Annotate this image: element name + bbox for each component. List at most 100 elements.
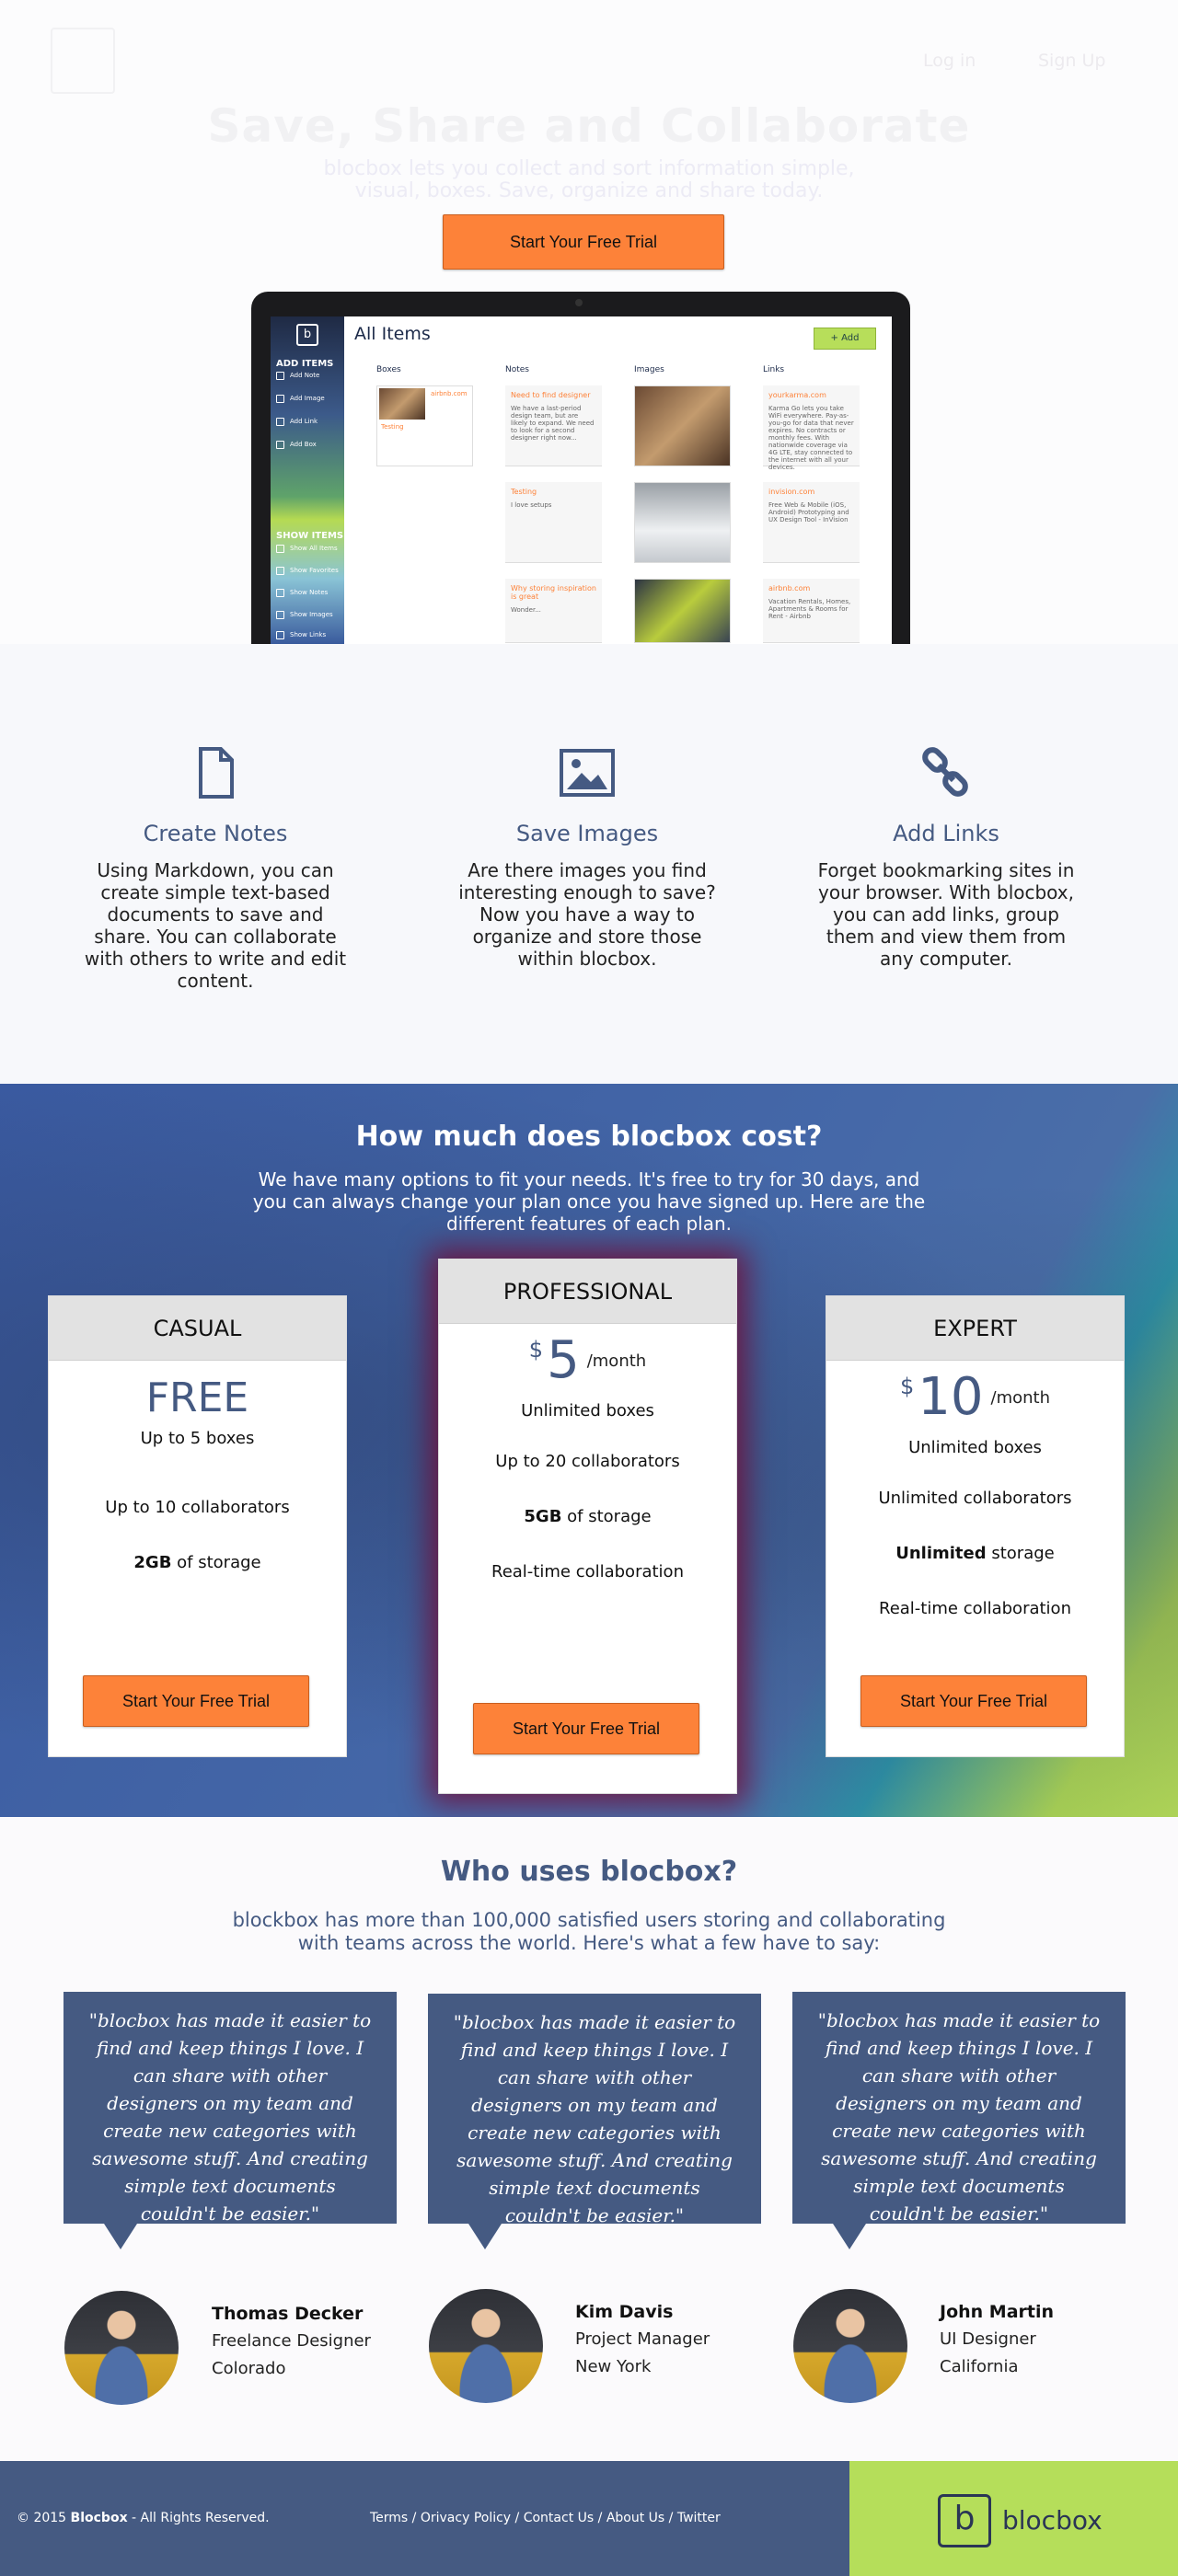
show-items-heading: SHOW ITEMS (276, 531, 344, 541)
plan-feature: Unlimited boxes (521, 1401, 654, 1420)
link-card: yourkarma.com Karma Go lets you take WiFi… (763, 385, 860, 471)
plan-price: $5/month (528, 1330, 647, 1390)
sidebar-item-show-favorites: Show Favorites (276, 567, 342, 575)
plan-name: PROFESSIONAL (439, 1259, 736, 1324)
column-links: Links (763, 365, 785, 374)
note-icon (276, 589, 284, 597)
site-logo[interactable] (51, 28, 115, 94)
app-screenshot: b ADD ITEMS Add Note Add Image Add Link … (271, 316, 892, 644)
avatar (429, 2289, 543, 2403)
feature-text: Forget bookmarking sites in your browser… (817, 859, 1075, 970)
login-link[interactable]: Log in (923, 51, 976, 71)
sidebar-item-show-notes: Show Notes (276, 589, 342, 597)
box-icon (276, 441, 284, 449)
feature-create-notes: Create Notes Using Markdown, you can cre… (77, 745, 353, 992)
plan-name: EXPERT (826, 1296, 1124, 1361)
plan-casual: CASUAL FREE Up to 5 boxes Up to 10 colla… (48, 1295, 347, 1757)
plan-name: CASUAL (49, 1296, 346, 1361)
box-thumb (379, 388, 425, 420)
box-card-caption: Testing (381, 423, 404, 431)
plan-feature: 5GB of storage (524, 1507, 652, 1526)
app-sidebar: b ADD ITEMS Add Note Add Image Add Link … (271, 316, 344, 644)
sidebar-item-show-all: Show All Items (276, 545, 342, 553)
image-card (634, 579, 731, 643)
person-location: California (940, 2357, 1019, 2376)
hero-trial-button[interactable]: Start Your Free Trial (443, 214, 724, 270)
pricing-subtitle: We have many options to fit your needs. … (252, 1168, 926, 1235)
testimonial-person: John Martin UI Designer California (793, 2289, 1143, 2409)
link-card: invision.com Free Web & Mobile (iOS, Andr… (763, 482, 860, 563)
testimonial-quote: "blocbox has made it easier to find and … (428, 1994, 761, 2249)
sidebar-item-show-links: Show Links (276, 631, 342, 639)
link-icon (276, 418, 284, 426)
person-location: New York (575, 2357, 652, 2376)
feature-add-links: Add Links Forget bookmarking sites in yo… (808, 745, 1084, 970)
heart-icon (276, 567, 284, 575)
sidebar-item-add-link: Add Link (276, 418, 342, 426)
casual-trial-button[interactable]: Start Your Free Trial (83, 1675, 309, 1727)
footer-link-about[interactable]: About Us (606, 2511, 664, 2525)
feature-title: Create Notes (143, 821, 288, 846)
column-notes: Notes (505, 365, 529, 374)
avatar (793, 2289, 907, 2403)
link-icon (276, 631, 284, 639)
signup-link[interactable]: Sign Up (1038, 51, 1105, 71)
plan-feature: Unlimited boxes (908, 1438, 1042, 1457)
person-location: Colorado (212, 2359, 286, 2378)
sidebar-item-show-images: Show Images (276, 611, 342, 619)
app-add-button: + Add (814, 328, 876, 350)
feature-text: Using Markdown, you can create simple te… (84, 859, 347, 992)
link-card: airbnb.com Vacation Rentals, Homes, Apart… (763, 579, 860, 643)
note-card: Why storing inspiration is great Wonder..… (505, 579, 602, 643)
inbox-icon (276, 545, 284, 553)
sidebar-item-add-box: Add Box (276, 441, 342, 449)
expert-trial-button[interactable]: Start Your Free Trial (860, 1675, 1087, 1727)
footer-link-terms[interactable]: Terms (370, 2511, 408, 2525)
hero-title: Save, Share and Collaborate (207, 99, 971, 153)
plan-feature: Up to 10 collaborators (105, 1498, 290, 1517)
testimonial-quote: "blocbox has made it easier to find and … (792, 1992, 1126, 2249)
professional-trial-button[interactable]: Start Your Free Trial (473, 1703, 699, 1754)
footer-link-twitter[interactable]: Twitter (677, 2511, 721, 2525)
footer-copyright: © 2015 Blocbox - All Rights Reserved. (17, 2511, 270, 2525)
plan-feature: Unlimited storage (895, 1544, 1055, 1563)
plan-price: FREE (145, 1374, 249, 1421)
testimonials-subtitle: blockbox has more than 100,000 satisfied… (232, 1909, 946, 1954)
add-items-heading: ADD ITEMS (276, 359, 334, 369)
laptop-mockup: b ADD ITEMS Add Note Add Image Add Link … (251, 292, 910, 644)
image-icon (276, 611, 284, 619)
testimonial-quote: "blocbox has made it easier to find and … (64, 1992, 397, 2249)
testimonial-person: Kim Davis Project Manager New York (429, 2289, 779, 2409)
hero-subtitle: blocbox lets you collect and sort inform… (323, 157, 855, 202)
image-icon (560, 749, 615, 797)
testimonials-section: Who uses blocbox? blockbox has more than… (0, 1817, 1178, 2461)
column-images: Images (634, 365, 664, 374)
avatar (64, 2291, 179, 2405)
person-name: John Martin (940, 2302, 1055, 2322)
image-icon (276, 395, 284, 403)
document-icon (199, 747, 234, 799)
note-card: Need to find designer We have a last-peri… (505, 385, 602, 466)
plan-professional: PROFESSIONAL $5/month Unlimited boxes Up… (438, 1259, 737, 1794)
plan-feature: 2GB of storage (133, 1553, 261, 1572)
person-name: Kim Davis (575, 2302, 674, 2322)
image-card (634, 385, 731, 466)
image-card (634, 482, 731, 563)
person-role: UI Designer (940, 2329, 1036, 2349)
footer-link-privacy[interactable]: Orivacy Policy (421, 2511, 511, 2525)
plan-feature: Up to 5 boxes (140, 1429, 255, 1448)
sidebar-item-add-note: Add Note (276, 372, 342, 380)
feature-title: Add Links (893, 821, 999, 846)
testimonial-person: Thomas Decker Freelance Designer Colorad… (64, 2291, 414, 2410)
person-role: Project Manager (575, 2329, 710, 2349)
footer: © 2015 Blocbox - All Rights Reserved. Te… (0, 2461, 1178, 2576)
footer-link-contact[interactable]: Contact Us (524, 2511, 594, 2525)
app-logo: b (296, 324, 318, 346)
feature-text: Are there images you find interesting en… (458, 859, 716, 970)
feature-save-images: Save Images Are there images you find in… (449, 745, 725, 970)
sidebar-item-add-image: Add Image (276, 395, 342, 403)
plan-feature: Real-time collaboration (879, 1599, 1071, 1618)
box-card: airbnb.com Testing (376, 385, 473, 466)
laptop-camera (575, 299, 583, 306)
link-icon (922, 747, 968, 797)
